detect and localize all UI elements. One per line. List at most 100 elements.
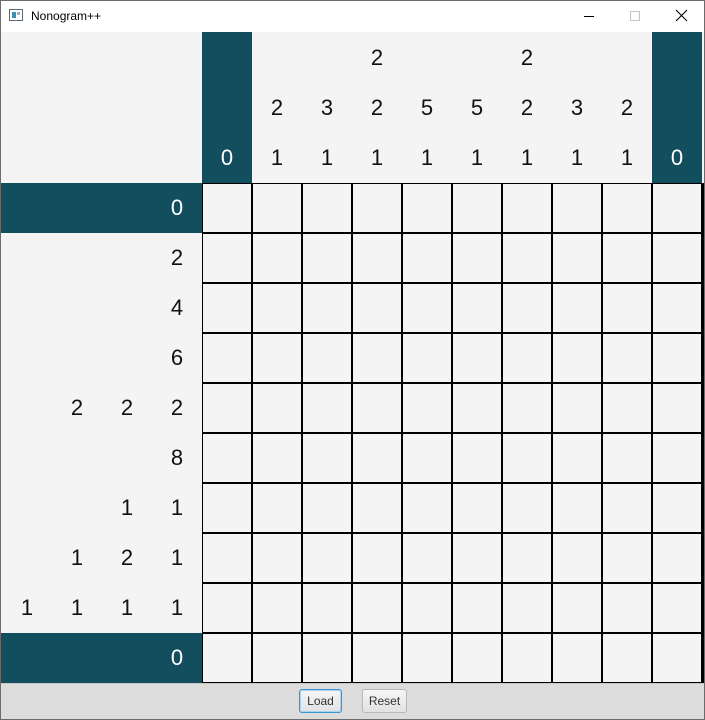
grid-cell[interactable] <box>303 484 351 532</box>
grid-cell[interactable] <box>553 484 601 532</box>
grid-cell[interactable] <box>503 584 551 632</box>
grid-cell[interactable] <box>603 534 651 582</box>
grid-cell[interactable] <box>353 634 401 682</box>
title-bar[interactable]: Nonogram++ <box>1 1 704 32</box>
grid-cell[interactable] <box>553 534 601 582</box>
grid-cell[interactable] <box>553 384 601 432</box>
grid-cell[interactable] <box>303 234 351 282</box>
grid-cell[interactable] <box>353 434 401 482</box>
grid-cell[interactable] <box>503 434 551 482</box>
grid-cell[interactable] <box>403 584 451 632</box>
grid-cell[interactable] <box>253 484 301 532</box>
grid-cell[interactable] <box>303 184 351 232</box>
grid-cell[interactable] <box>553 334 601 382</box>
grid-cell[interactable] <box>253 184 301 232</box>
grid-cell[interactable] <box>453 184 501 232</box>
grid-cell[interactable] <box>303 584 351 632</box>
grid-cell[interactable] <box>353 184 401 232</box>
grid-cell[interactable] <box>353 334 401 382</box>
grid-cell[interactable] <box>303 534 351 582</box>
grid-cell[interactable] <box>403 434 451 482</box>
grid-cell[interactable] <box>503 184 551 232</box>
grid-cell[interactable] <box>403 284 451 332</box>
grid-cell[interactable] <box>653 634 701 682</box>
grid-cell[interactable] <box>653 284 701 332</box>
grid-cell[interactable] <box>553 234 601 282</box>
grid-cell[interactable] <box>653 584 701 632</box>
grid-cell[interactable] <box>603 384 651 432</box>
grid-cell[interactable] <box>603 284 651 332</box>
grid-cell[interactable] <box>253 234 301 282</box>
grid-cell[interactable] <box>203 284 251 332</box>
grid-cell[interactable] <box>603 484 651 532</box>
grid-cell[interactable] <box>403 384 451 432</box>
grid-cell[interactable] <box>303 384 351 432</box>
grid-cell[interactable] <box>653 484 701 532</box>
grid-cell[interactable] <box>403 184 451 232</box>
grid-cell[interactable] <box>453 234 501 282</box>
grid-cell[interactable] <box>203 184 251 232</box>
grid-cell[interactable] <box>453 534 501 582</box>
grid-cell[interactable] <box>253 334 301 382</box>
grid-cell[interactable] <box>353 284 401 332</box>
grid-cell[interactable] <box>503 234 551 282</box>
grid-cell[interactable] <box>353 584 401 632</box>
grid-cell[interactable] <box>403 534 451 582</box>
grid-cell[interactable] <box>403 484 451 532</box>
grid-cell[interactable] <box>503 284 551 332</box>
grid-cell[interactable] <box>253 584 301 632</box>
grid-cell[interactable] <box>303 434 351 482</box>
maximize-button[interactable] <box>612 1 658 32</box>
grid-cell[interactable] <box>303 334 351 382</box>
grid-cell[interactable] <box>503 384 551 432</box>
grid-cell[interactable] <box>503 534 551 582</box>
grid-cell[interactable] <box>653 434 701 482</box>
grid-cell[interactable] <box>653 234 701 282</box>
grid-cell[interactable] <box>503 484 551 532</box>
close-button[interactable] <box>658 1 704 32</box>
grid-cell[interactable] <box>453 584 501 632</box>
grid-cell[interactable] <box>503 634 551 682</box>
grid-cell[interactable] <box>653 384 701 432</box>
grid-cell[interactable] <box>403 334 451 382</box>
grid-cell[interactable] <box>603 584 651 632</box>
grid-cell[interactable] <box>403 234 451 282</box>
grid-cell[interactable] <box>353 234 401 282</box>
grid-cell[interactable] <box>303 284 351 332</box>
grid-cell[interactable] <box>203 434 251 482</box>
grid-cell[interactable] <box>553 284 601 332</box>
grid-cell[interactable] <box>453 484 501 532</box>
grid-cell[interactable] <box>453 434 501 482</box>
grid-cell[interactable] <box>653 334 701 382</box>
grid-cell[interactable] <box>553 584 601 632</box>
grid-cell[interactable] <box>553 184 601 232</box>
grid-cell[interactable] <box>353 534 401 582</box>
grid-cell[interactable] <box>403 634 451 682</box>
grid-cell[interactable] <box>453 634 501 682</box>
grid-cell[interactable] <box>203 584 251 632</box>
grid-cell[interactable] <box>253 284 301 332</box>
grid-cell[interactable] <box>603 184 651 232</box>
minimize-button[interactable] <box>566 1 612 32</box>
reset-button[interactable]: Reset <box>362 689 407 713</box>
grid-cell[interactable] <box>453 284 501 332</box>
load-button[interactable]: Load <box>299 689 342 713</box>
grid-cell[interactable] <box>553 634 601 682</box>
grid-cell[interactable] <box>503 334 551 382</box>
grid-cell[interactable] <box>203 634 251 682</box>
grid-cell[interactable] <box>453 334 501 382</box>
grid-cell[interactable] <box>253 534 301 582</box>
grid-cell[interactable] <box>653 184 701 232</box>
grid-cell[interactable] <box>203 234 251 282</box>
grid-cell[interactable] <box>303 634 351 682</box>
grid-cell[interactable] <box>603 234 651 282</box>
grid-cell[interactable] <box>553 434 601 482</box>
grid-cell[interactable] <box>353 484 401 532</box>
grid-cell[interactable] <box>203 484 251 532</box>
grid-cell[interactable] <box>353 384 401 432</box>
grid-cell[interactable] <box>253 634 301 682</box>
grid-cell[interactable] <box>603 334 651 382</box>
grid-cell[interactable] <box>203 534 251 582</box>
grid-cell[interactable] <box>453 384 501 432</box>
grid-cell[interactable] <box>203 384 251 432</box>
